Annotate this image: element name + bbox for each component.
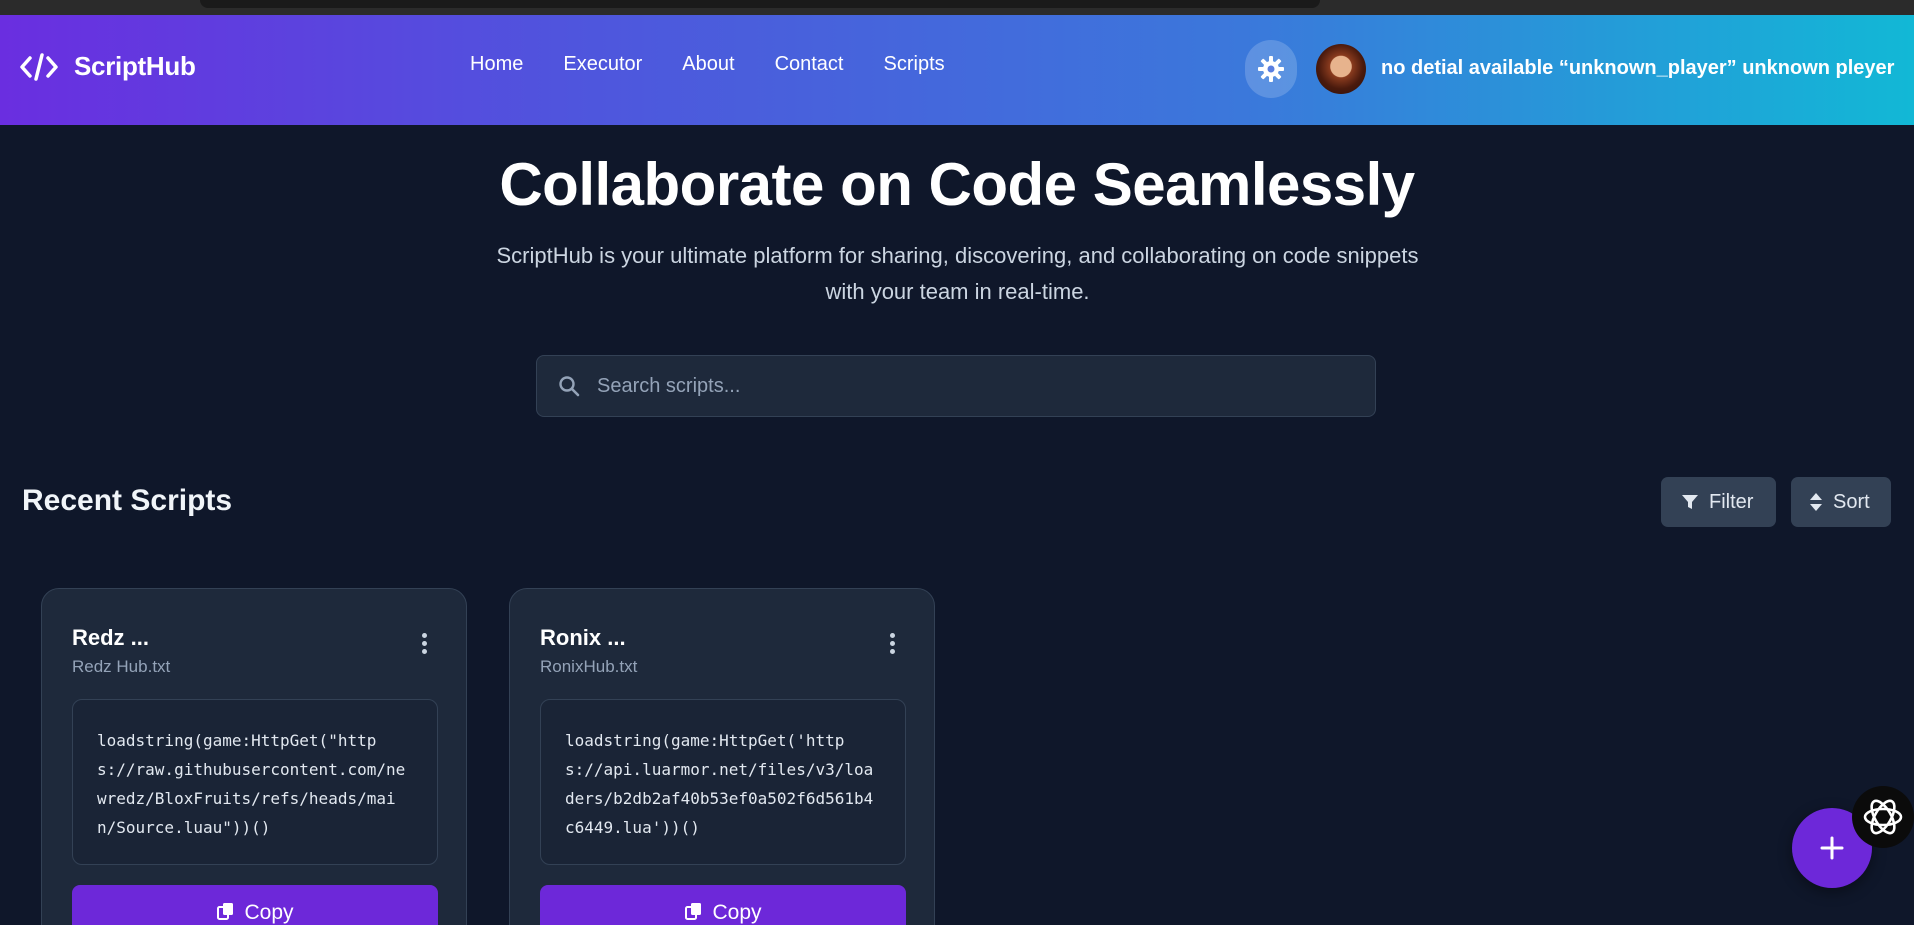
hero-title: Collaborate on Code Seamlessly bbox=[499, 151, 1415, 218]
main-nav: Home Executor About Contact Scripts bbox=[470, 53, 945, 76]
openai-logo-icon bbox=[1863, 799, 1903, 835]
plus-icon bbox=[1820, 836, 1844, 860]
filter-button[interactable]: Filter bbox=[1661, 477, 1776, 527]
sort-label: Sort bbox=[1833, 490, 1870, 513]
logo-text: ScriptHub bbox=[74, 51, 196, 81]
sort-icon bbox=[1810, 493, 1822, 511]
kebab-menu-icon[interactable] bbox=[422, 633, 428, 655]
funnel-icon bbox=[1682, 495, 1698, 509]
browser-top-strip bbox=[0, 0, 1914, 15]
filter-label: Filter bbox=[1709, 490, 1754, 513]
openai-extension-button[interactable] bbox=[1852, 786, 1914, 848]
code-icon bbox=[20, 52, 58, 81]
hero-subtitle: ScriptHub is your ultimate platform for … bbox=[496, 243, 1419, 304]
script-card: Ronix ... RonixHub.txt loadstring(game:H… bbox=[509, 588, 935, 925]
nav-executor[interactable]: Executor bbox=[563, 53, 642, 76]
copy-label: Copy bbox=[244, 901, 294, 924]
copy-icon bbox=[685, 903, 702, 920]
code-snippet: loadstring(game:HttpGet('https://api.lua… bbox=[540, 699, 906, 865]
search-bar bbox=[536, 355, 1376, 417]
search-icon bbox=[559, 376, 580, 397]
gear-icon bbox=[1258, 56, 1284, 82]
script-filename: Redz Hub.txt bbox=[72, 657, 171, 676]
top-navbar: ScriptHub Home Executor About Contact Sc… bbox=[0, 15, 1914, 125]
code-snippet: loadstring(game:HttpGet("https://raw.git… bbox=[72, 699, 438, 865]
browser-address-bar bbox=[200, 0, 1320, 8]
site-logo[interactable]: ScriptHub bbox=[20, 51, 196, 82]
copy-label: Copy bbox=[712, 901, 762, 924]
search-input[interactable] bbox=[597, 356, 1357, 416]
script-card: Redz ... Redz Hub.txt loadstring(game:Ht… bbox=[41, 588, 467, 925]
nav-home[interactable]: Home bbox=[470, 53, 523, 76]
script-title: Ronix ... bbox=[540, 625, 626, 650]
user-avatar[interactable] bbox=[1316, 44, 1366, 94]
copy-icon bbox=[217, 903, 234, 920]
nav-contact[interactable]: Contact bbox=[775, 53, 844, 76]
copy-button[interactable]: Copy bbox=[540, 885, 906, 925]
sort-button[interactable]: Sort bbox=[1791, 477, 1891, 527]
script-title: Redz ... bbox=[72, 625, 150, 650]
user-name: no detial available “unknown_player” unk… bbox=[1381, 57, 1895, 79]
kebab-menu-icon[interactable] bbox=[890, 633, 896, 655]
nav-scripts[interactable]: Scripts bbox=[884, 53, 945, 76]
section-title: Recent Scripts bbox=[22, 484, 233, 517]
nav-about[interactable]: About bbox=[682, 53, 734, 76]
script-filename: RonixHub.txt bbox=[540, 657, 638, 676]
copy-button[interactable]: Copy bbox=[72, 885, 438, 925]
theme-toggle-button[interactable] bbox=[1245, 40, 1297, 98]
